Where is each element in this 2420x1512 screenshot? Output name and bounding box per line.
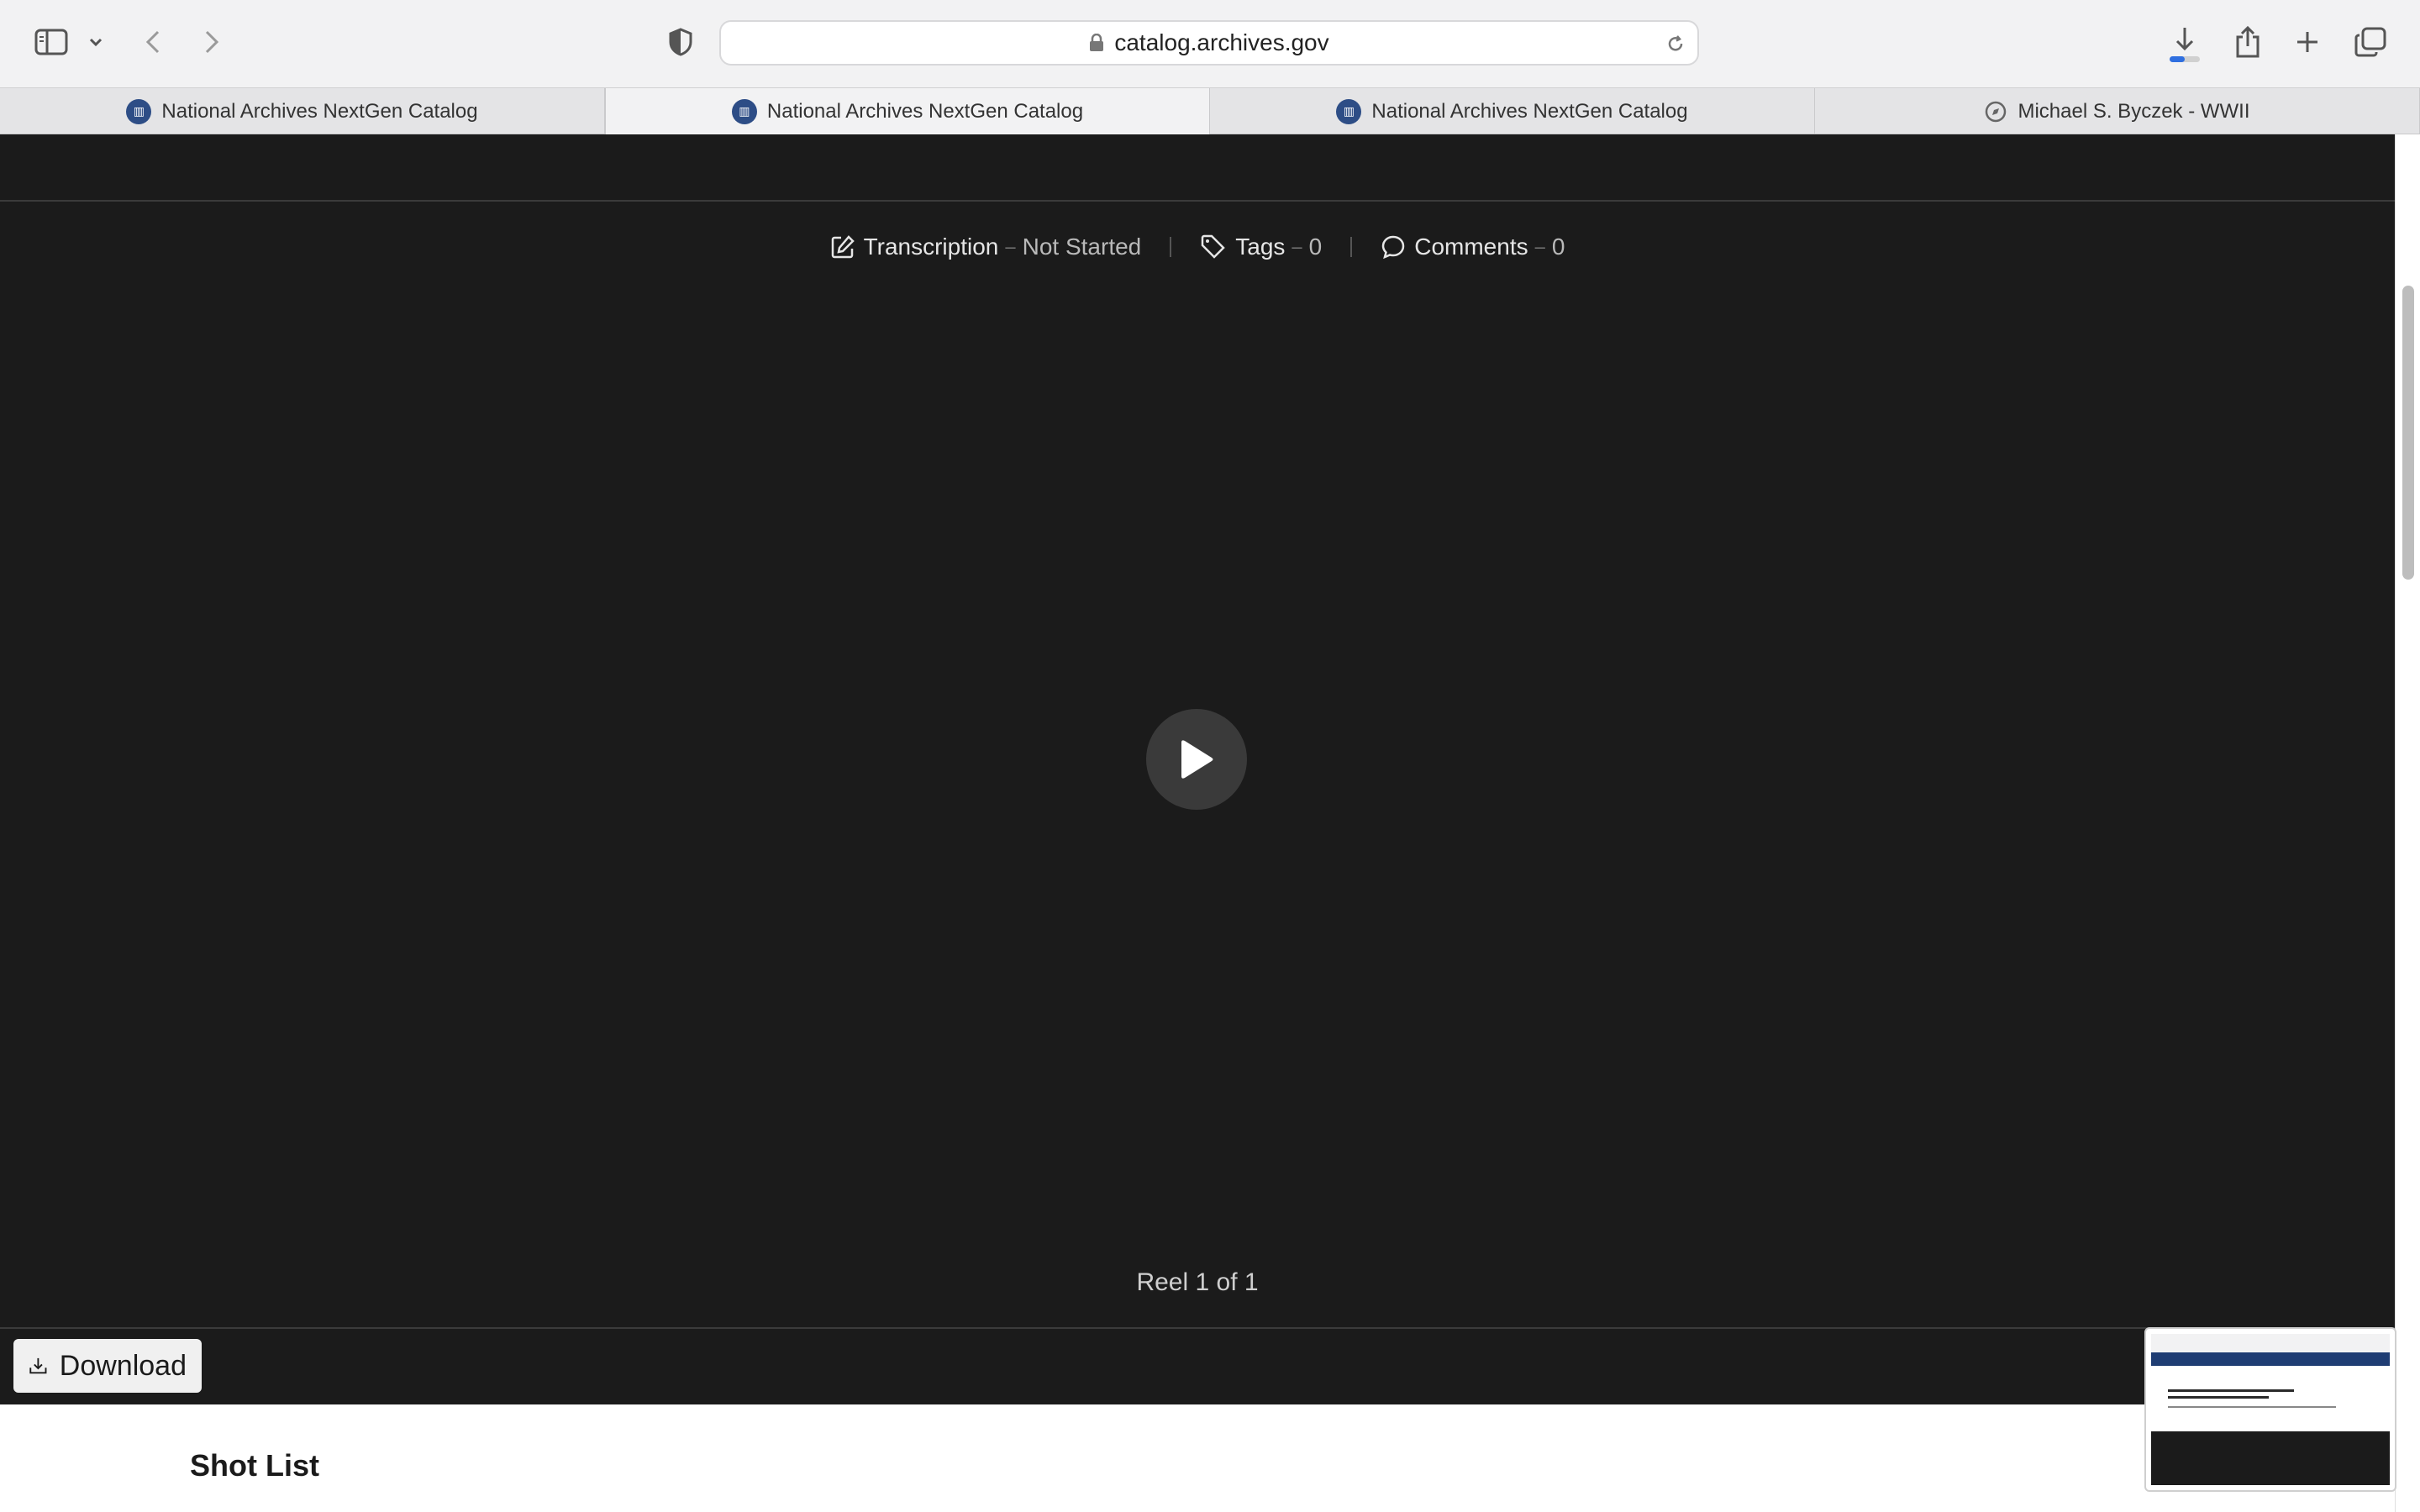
download-button[interactable]: Download bbox=[13, 1339, 202, 1393]
download-icon bbox=[29, 1357, 47, 1374]
scrollbar-thumb[interactable] bbox=[2402, 286, 2414, 580]
transcription-link[interactable]: Transcription – Not Started bbox=[830, 234, 1142, 260]
downloads-button[interactable] bbox=[2165, 22, 2205, 66]
compass-icon bbox=[1984, 100, 2007, 123]
thumbnail-nav bbox=[2151, 1352, 2390, 1366]
section-heading: Shot List bbox=[190, 1448, 319, 1483]
forward-icon[interactable] bbox=[198, 27, 225, 57]
comments-link[interactable]: Comments – 0 bbox=[1381, 234, 1565, 260]
transcription-status: Not Started bbox=[1022, 234, 1142, 260]
tags-link[interactable]: Tags – 0 bbox=[1200, 234, 1322, 260]
tab-4[interactable]: Michael S. Byczek - WWII bbox=[1815, 88, 2420, 134]
share-icon[interactable] bbox=[2230, 24, 2265, 60]
comments-label: Comments bbox=[1414, 234, 1528, 260]
reel-indicator: Reel 1 of 1 bbox=[1136, 1268, 1259, 1296]
divider bbox=[0, 200, 2395, 202]
privacy-shield-icon[interactable] bbox=[664, 25, 697, 59]
thumbnail-viewer bbox=[2151, 1431, 2390, 1485]
thumbnail-browser-chrome bbox=[2151, 1334, 2390, 1352]
lock-icon bbox=[1089, 34, 1104, 52]
thumbnail-text-line bbox=[2168, 1389, 2294, 1392]
thumbnail-page bbox=[2151, 1366, 2390, 1431]
browser-toolbar: catalog.archives.gov bbox=[0, 0, 2420, 87]
new-tab-icon[interactable] bbox=[2291, 25, 2324, 59]
download-progress-icon bbox=[2170, 28, 2200, 62]
scrollbar[interactable] bbox=[2395, 134, 2420, 1512]
archives-favicon-icon: ▥ bbox=[731, 98, 757, 124]
vertical-divider bbox=[1170, 237, 1172, 257]
screenshot-thumbnail[interactable] bbox=[2144, 1327, 2396, 1492]
tab-overview-icon[interactable] bbox=[2353, 25, 2388, 59]
media-viewer: Transcription – Not Started Tags – 0 Com… bbox=[0, 134, 2395, 1329]
tab-title: Michael S. Byczek - WWII bbox=[2018, 99, 2250, 123]
comments-count: 0 bbox=[1551, 234, 1565, 260]
back-icon[interactable] bbox=[139, 27, 166, 57]
thumbnail-text-line bbox=[2168, 1396, 2269, 1399]
thumbnail-text-line bbox=[2168, 1406, 2336, 1408]
play-icon bbox=[1181, 740, 1213, 779]
edit-icon bbox=[831, 235, 855, 259]
tab-1[interactable]: ▥ National Archives NextGen Catalog bbox=[0, 88, 605, 134]
tab-2-active[interactable]: ▥ National Archives NextGen Catalog bbox=[605, 88, 1210, 134]
archives-favicon-icon: ▥ bbox=[126, 98, 152, 124]
address-bar[interactable]: catalog.archives.gov bbox=[719, 20, 1699, 66]
play-button[interactable] bbox=[1146, 709, 1247, 810]
separator: – bbox=[1005, 236, 1016, 257]
download-label: Download bbox=[59, 1349, 187, 1382]
reload-icon[interactable] bbox=[1664, 32, 1687, 55]
sidebar-toggle-icon[interactable] bbox=[34, 27, 69, 57]
comment-icon bbox=[1381, 235, 1405, 260]
separator: – bbox=[1534, 236, 1545, 257]
transcription-label: Transcription bbox=[863, 234, 999, 260]
tag-icon bbox=[1202, 234, 1226, 259]
url-text: catalog.archives.gov bbox=[1114, 29, 1329, 55]
separator: – bbox=[1292, 236, 1302, 257]
tab-bar: ▥ National Archives NextGen Catalog ▥ Na… bbox=[0, 87, 2420, 134]
archives-favicon-icon: ▥ bbox=[1336, 98, 1362, 124]
download-bar: Download bbox=[0, 1329, 2395, 1404]
tags-count: 0 bbox=[1308, 234, 1323, 260]
tab-title: National Archives NextGen Catalog bbox=[766, 99, 1084, 123]
vertical-divider bbox=[1350, 237, 1353, 257]
tab-title: National Archives NextGen Catalog bbox=[1371, 99, 1688, 123]
tab-3[interactable]: ▥ National Archives NextGen Catalog bbox=[1210, 88, 1815, 134]
record-actions-bar: Transcription – Not Started Tags – 0 Com… bbox=[0, 222, 2395, 272]
shot-list-section: Shot List bbox=[0, 1404, 2395, 1512]
tags-label: Tags bbox=[1235, 234, 1286, 260]
chevron-down-icon[interactable] bbox=[86, 32, 106, 52]
tab-title: National Archives NextGen Catalog bbox=[161, 99, 478, 123]
